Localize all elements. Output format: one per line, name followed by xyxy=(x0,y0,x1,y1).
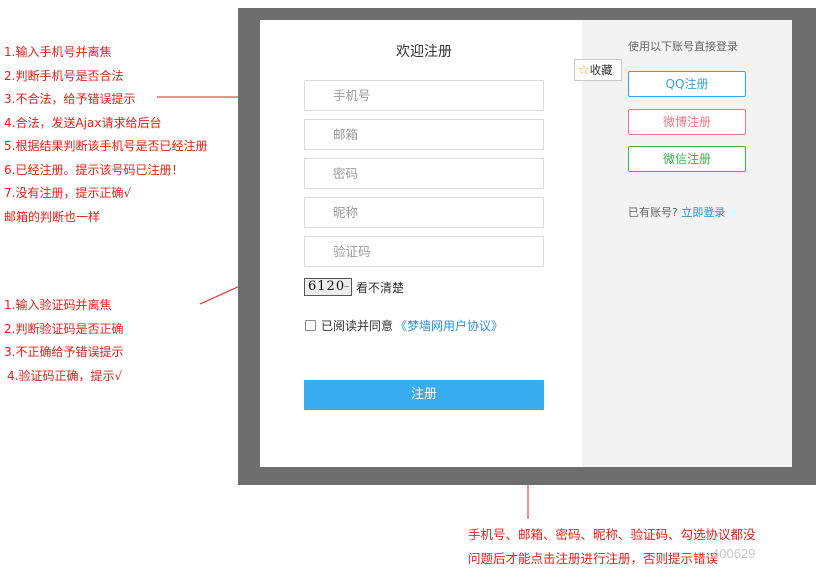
note-line: 3.不合法，给予错误提示 xyxy=(4,92,136,106)
dialog-title: 欢迎注册 xyxy=(396,44,452,60)
note-line: 7.没有注册，提示正确√ xyxy=(4,186,132,200)
note-line: 3.不正确给予错误提示 xyxy=(4,345,124,359)
favorite-button[interactable]: ☆收藏 xyxy=(574,59,622,81)
have-account-row: 已有账号? 立即登录 xyxy=(628,204,725,220)
password-input[interactable] xyxy=(305,159,543,188)
captcha-input[interactable] xyxy=(305,237,543,266)
wechat-register-button[interactable]: 微信注册 xyxy=(628,146,746,172)
weibo-register-button[interactable]: 微博注册 xyxy=(628,109,746,135)
register-dialog: 欢迎注册 6120 ~ 看不清楚 已阅读并同意 《梦墙网用户协议》 注册 使用以… xyxy=(260,20,792,467)
email-input[interactable] xyxy=(305,120,543,149)
agreement-row: 已阅读并同意 《梦墙网用户协议》 xyxy=(305,317,503,334)
captcha-row: 6120 ~ 看不清楚 xyxy=(304,277,404,297)
note-line: 手机号、邮箱、密码、昵称、验证码、勾选协议都没 xyxy=(468,527,756,542)
note-line: 邮箱的判断也一样 xyxy=(4,209,101,224)
note-line: 1.输入手机号并离焦 xyxy=(4,45,112,59)
note-line: 5.根据结果判断该手机号是否已经注册 xyxy=(4,139,208,153)
social-login-panel: 使用以下账号直接登录 QQ注册 微博注册 微信注册 已有账号? 立即登录 xyxy=(582,20,792,467)
captcha-code: 6120 xyxy=(308,279,346,294)
nickname-field[interactable] xyxy=(304,197,544,228)
have-account-text: 已有账号? xyxy=(628,206,678,219)
phone-field[interactable] xyxy=(304,80,544,111)
note-line: 4.合法，发送Ajax请求给后台 xyxy=(4,115,162,130)
phone-validation-notes: 1.输入手机号并离焦 2.判断手机号是否合法 3.不合法，给予错误提示 4.合法… xyxy=(4,41,207,229)
qq-register-button[interactable]: QQ注册 xyxy=(628,71,746,97)
captcha-refresh-link[interactable]: 看不清楚 xyxy=(356,279,404,296)
note-line: 1.输入验证码并离焦 xyxy=(4,298,112,312)
captcha-noise: ~ xyxy=(343,282,350,291)
agreement-checkbox[interactable] xyxy=(305,320,316,331)
note-line: 2.判断验证码是否正确 xyxy=(4,321,124,336)
social-login-title: 使用以下账号直接登录 xyxy=(628,40,738,53)
favorite-label: 收藏 xyxy=(589,63,613,77)
login-link[interactable]: 立即登录 xyxy=(681,206,725,219)
note-line: 6.已经注册。提示该号码已注册！ xyxy=(4,162,184,177)
watermark: 400629 xyxy=(712,546,756,561)
star-icon: ☆ xyxy=(578,63,590,78)
register-button[interactable]: 注册 xyxy=(304,380,544,410)
phone-input[interactable] xyxy=(305,81,543,110)
nickname-input[interactable] xyxy=(305,198,543,227)
captcha-field[interactable] xyxy=(304,236,544,267)
agreement-text: 已阅读并同意 xyxy=(321,319,394,333)
agreement-link[interactable]: 《梦墙网用户协议》 xyxy=(395,317,503,334)
email-field[interactable] xyxy=(304,119,544,150)
note-line: 2.判断手机号是否合法 xyxy=(4,68,124,83)
captcha-image[interactable]: 6120 ~ xyxy=(304,278,352,296)
captcha-validation-notes: 1.输入验证码并离焦 2.判断验证码是否正确 3.不正确给予错误提示 4.验证码… xyxy=(4,294,123,388)
note-line: 4.验证码正确，提示√ xyxy=(7,368,123,383)
password-field[interactable] xyxy=(304,158,544,189)
